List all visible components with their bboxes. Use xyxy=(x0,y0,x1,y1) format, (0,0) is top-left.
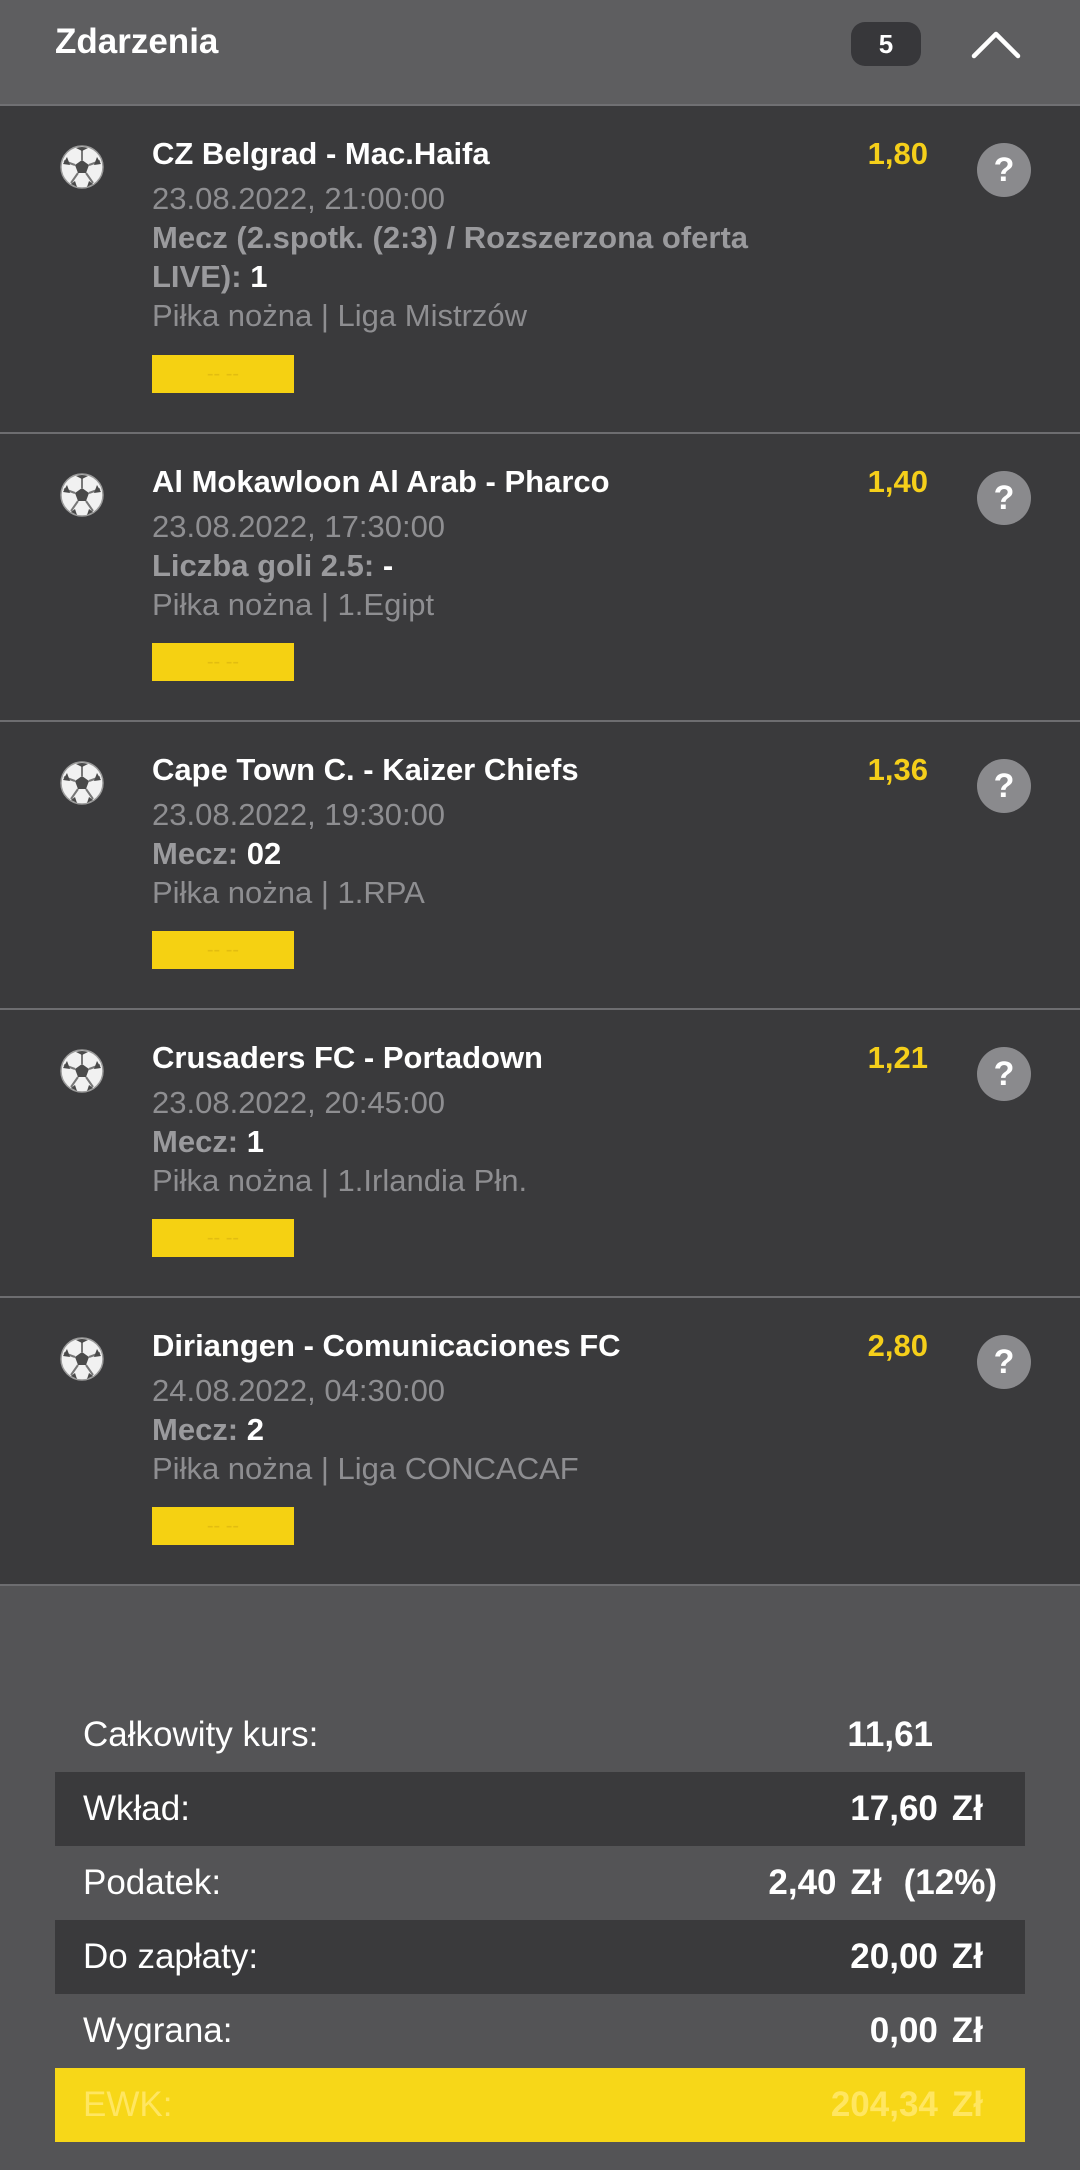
event-item: Crusaders FC - Portadown 1,21 ? 23.08.20… xyxy=(0,1010,1080,1298)
win-row: Wygrana: 0,00 Zł xyxy=(55,1994,1025,2068)
tax-label: Podatek: xyxy=(83,1863,222,1902)
event-details: 23.08.2022, 17:30:00 Liczba goli 2.5: - … xyxy=(152,507,812,624)
event-title: CZ Belgrad - Mac.Haifa xyxy=(152,136,490,171)
event-status-bar: -- -- xyxy=(152,1219,294,1257)
event-bet-continued: LIVE): 1 xyxy=(152,257,812,296)
currency-label: Zł xyxy=(951,2085,983,2124)
soccer-ball-icon xyxy=(60,145,104,189)
help-button[interactable]: ? xyxy=(977,1047,1031,1101)
event-details: 23.08.2022, 20:45:00 Mecz: 1 Piłka nożna… xyxy=(152,1083,812,1200)
win-label: Wygrana: xyxy=(83,2011,233,2050)
bet-market: Mecz: xyxy=(152,1412,239,1447)
bet-market: Mecz: xyxy=(152,1124,239,1159)
bet-pick: 2 xyxy=(246,1412,265,1447)
bet-market-line1: Mecz (2.spotk. (2:3) / Rozszerzona ofert… xyxy=(152,220,749,255)
help-button[interactable]: ? xyxy=(977,143,1031,197)
event-title: Al Mokawloon Al Arab - Pharco xyxy=(152,464,610,499)
chevron-up-icon[interactable] xyxy=(968,20,1024,68)
to-pay-value: 20,00 Zł xyxy=(850,1920,983,1994)
to-pay-row: Do zapłaty: 20,00 Zł xyxy=(55,1920,1025,1994)
to-pay-label: Do zapłaty: xyxy=(83,1937,259,1976)
event-item: CZ Belgrad - Mac.Haifa 1,80 ? 23.08.2022… xyxy=(0,106,1080,434)
stake-label: Wkład: xyxy=(83,1789,190,1828)
tax-percent: (12%) xyxy=(903,1863,997,1902)
currency-label: Zł xyxy=(951,1937,983,1976)
currency-label: Zł xyxy=(850,1863,882,1902)
event-bet: Mecz (2.spotk. (2:3) / Rozszerzona ofert… xyxy=(152,218,812,257)
event-bet: Liczba goli 2.5: - xyxy=(152,546,812,585)
stake-amount: 17,60 xyxy=(850,1789,938,1828)
bet-summary: Całkowity kurs: 11,61 Wkład: 17,60 Zł Pod… xyxy=(55,1698,1025,2142)
bet-pick: 1 xyxy=(250,259,268,294)
ewk-label: EWK: xyxy=(83,2085,173,2124)
ewk-row: EWK: 204,34 Zł xyxy=(55,2068,1025,2142)
event-item: Cape Town C. - Kaizer Chiefs 1,36 ? 23.0… xyxy=(0,722,1080,1010)
event-league: Piłka nożna | 1.RPA xyxy=(152,875,425,910)
tax-amount: 2,40 xyxy=(768,1863,837,1902)
event-date: 23.08.2022, 19:30:00 xyxy=(152,797,446,832)
event-league: Piłka nożna | Liga CONCACAF xyxy=(152,1451,579,1486)
event-league: Piłka nożna | Liga Mistrzów xyxy=(152,298,528,333)
event-details: 24.08.2022, 04:30:00 Mecz: 2 Piłka nożna… xyxy=(152,1371,812,1488)
event-status-bar: -- -- xyxy=(152,355,294,393)
event-title: Diriangen - Comunicaciones FC xyxy=(152,1328,621,1363)
soccer-ball-icon xyxy=(60,473,104,517)
event-odds: 1,40 xyxy=(867,464,928,499)
soccer-ball-icon xyxy=(60,1049,104,1093)
event-odds: 1,80 xyxy=(867,136,928,171)
bet-pick: 1 xyxy=(246,1124,265,1159)
bet-market: Mecz: xyxy=(152,836,239,871)
event-odds: 1,21 xyxy=(867,1040,928,1075)
to-pay-amount: 20,00 xyxy=(850,1937,938,1976)
event-details: 23.08.2022, 19:30:00 Mecz: 02 Piłka nożn… xyxy=(152,795,812,912)
total-odds-row: Całkowity kurs: 11,61 xyxy=(55,1698,1025,1772)
bet-pick: 02 xyxy=(246,836,282,871)
event-item: Al Mokawloon Al Arab - Pharco 1,40 ? 23.… xyxy=(0,434,1080,722)
ewk-value: 204,34 Zł xyxy=(831,2068,983,2142)
win-value: 0,00 Zł xyxy=(870,1994,983,2068)
event-title: Cape Town C. - Kaizer Chiefs xyxy=(152,752,579,787)
stake-value: 17,60 Zł xyxy=(850,1772,983,1846)
event-odds: 2,80 xyxy=(867,1328,928,1363)
bet-pick: - xyxy=(382,548,394,583)
event-status-bar: -- -- xyxy=(152,643,294,681)
event-status-bar: -- -- xyxy=(152,1507,294,1545)
currency-label: Zł xyxy=(951,1789,983,1828)
event-league: Piłka nożna | 1.Egipt xyxy=(152,587,435,622)
stake-row: Wkład: 17,60 Zł xyxy=(55,1772,1025,1846)
event-bet: Mecz: 02 xyxy=(152,834,812,873)
bet-market-line2: LIVE): xyxy=(152,259,242,294)
event-date: 23.08.2022, 20:45:00 xyxy=(152,1085,446,1120)
soccer-ball-icon xyxy=(60,1337,104,1381)
total-odds-label: Całkowity kurs: xyxy=(83,1715,319,1754)
events-header[interactable]: Zdarzenia 5 xyxy=(0,0,1080,106)
tax-value: 2,40 Zł (12%) xyxy=(768,1846,997,1920)
ewk-amount: 204,34 xyxy=(830,2085,938,2124)
total-odds-value: 11,61 xyxy=(847,1715,933,1754)
help-button[interactable]: ? xyxy=(977,759,1031,813)
help-button[interactable]: ? xyxy=(977,1335,1031,1389)
bet-market: Liczba goli 2.5: xyxy=(152,548,375,583)
event-status-bar: -- -- xyxy=(152,931,294,969)
event-date: 23.08.2022, 21:00:00 xyxy=(152,181,446,216)
event-date: 23.08.2022, 17:30:00 xyxy=(152,509,446,544)
event-date: 24.08.2022, 04:30:00 xyxy=(152,1373,446,1408)
event-bet: Mecz: 2 xyxy=(152,1410,812,1449)
events-list: CZ Belgrad - Mac.Haifa 1,80 ? 23.08.2022… xyxy=(0,106,1080,1586)
events-count-badge: 5 xyxy=(851,22,921,66)
win-amount: 0,00 xyxy=(869,2011,938,2050)
currency-label: Zł xyxy=(951,2011,983,2050)
event-league: Piłka nożna | 1.Irlandia Płn. xyxy=(152,1163,528,1198)
tax-row: Podatek: 2,40 Zł (12%) xyxy=(55,1846,1025,1920)
event-title: Crusaders FC - Portadown xyxy=(152,1040,543,1075)
event-bet: Mecz: 1 xyxy=(152,1122,812,1161)
header-title: Zdarzenia xyxy=(55,22,219,61)
event-details: 23.08.2022, 21:00:00 Mecz (2.spotk. (2:3… xyxy=(152,179,812,335)
soccer-ball-icon xyxy=(60,761,104,805)
event-odds: 1,36 xyxy=(867,752,928,787)
help-button[interactable]: ? xyxy=(977,471,1031,525)
event-item: Diriangen - Comunicaciones FC 2,80 ? 24.… xyxy=(0,1298,1080,1586)
